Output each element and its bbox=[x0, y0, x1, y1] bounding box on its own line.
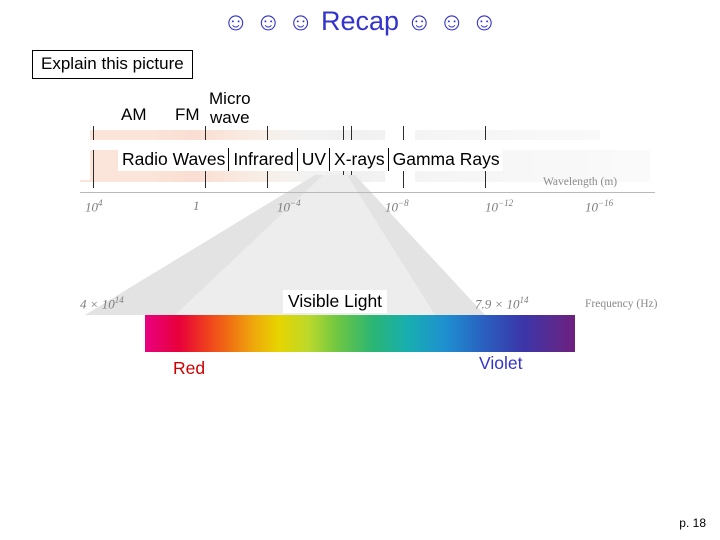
frequency-left-value: 4 × 1014 bbox=[80, 295, 124, 312]
wavelength-axis-caption: Wavelength (m) bbox=[543, 176, 618, 188]
title-text: Recap bbox=[320, 6, 400, 36]
wavelength-tick-5: 10−16 bbox=[585, 198, 614, 215]
region-label-uv: UV bbox=[297, 148, 330, 171]
frequency-right-value: 7.9 × 1014 bbox=[475, 295, 529, 312]
label-violet: Violet bbox=[474, 352, 528, 376]
wavelength-tick-4: 10−12 bbox=[485, 198, 514, 215]
wavelength-tick-0: 104 bbox=[85, 198, 103, 215]
wavelength-tick-3: 10−8 bbox=[385, 198, 409, 215]
wavelength-tick-1: 1 bbox=[193, 198, 200, 213]
smiley-icons-left: ☺ ☺ ☺ bbox=[222, 8, 314, 36]
label-microwave-line2: wave bbox=[209, 107, 250, 127]
visible-spectrum-rainbow bbox=[145, 315, 575, 352]
top-left-mask bbox=[0, 120, 90, 180]
wavelength-axis-line bbox=[80, 192, 655, 193]
label-am: AM bbox=[118, 105, 150, 126]
page-title: ☺ ☺ ☺ Recap ☺ ☺ ☺ bbox=[0, 6, 720, 37]
region-label-radio-waves: Radio Waves bbox=[118, 148, 229, 171]
region-label-infrared: Infrared bbox=[229, 148, 297, 171]
page-number: p. 18 bbox=[679, 516, 706, 530]
region-label-gamma-rays: Gamma Rays bbox=[388, 148, 503, 171]
label-red: Red bbox=[168, 357, 211, 381]
label-visible-light: Visible Light bbox=[283, 290, 388, 314]
frequency-axis-caption: Frequency (Hz) bbox=[585, 298, 658, 310]
spectrum-region-labels: Radio Waves Infrared UV X-rays Gamma Ray… bbox=[118, 148, 503, 171]
wavelength-tick-2: 10−4 bbox=[277, 198, 301, 215]
bottom-mask bbox=[0, 392, 720, 522]
explain-this-picture-box: Explain this picture bbox=[32, 50, 193, 79]
label-microwave: Micro wave bbox=[206, 89, 254, 129]
slide: ☺ ☺ ☺ Recap ☺ ☺ ☺ Explain this picture 1… bbox=[0, 0, 720, 540]
label-microwave-line1: Micro bbox=[209, 89, 251, 108]
label-fm: FM bbox=[172, 105, 203, 126]
region-label-xrays: X-rays bbox=[330, 148, 388, 171]
smiley-icons-right: ☺ ☺ ☺ bbox=[406, 8, 497, 36]
